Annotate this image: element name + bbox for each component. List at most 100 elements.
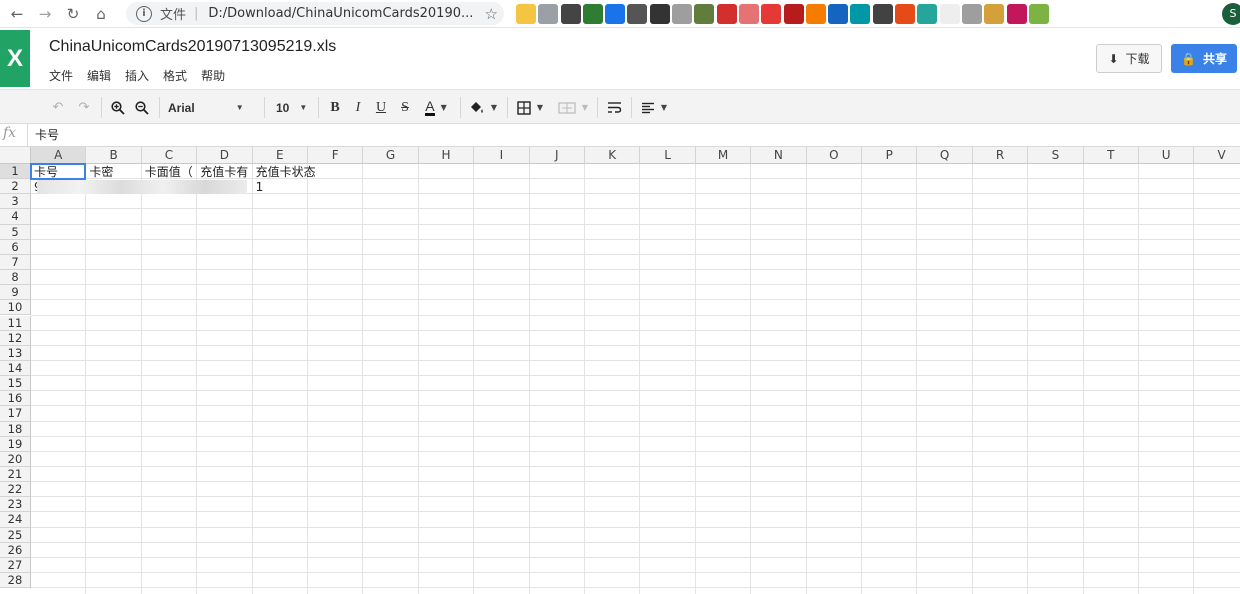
column-header-h[interactable]: H: [418, 147, 475, 164]
column-header-p[interactable]: P: [862, 147, 918, 164]
extension-icon[interactable]: [738, 4, 759, 24]
row-header-4[interactable]: 4: [0, 209, 31, 225]
extension-icon[interactable]: [605, 4, 626, 24]
cell-c1[interactable]: 卡面值（: [143, 164, 196, 178]
row-header-13[interactable]: 13: [0, 345, 31, 361]
extension-icon[interactable]: [917, 4, 938, 24]
column-header-t[interactable]: T: [1083, 147, 1139, 164]
extension-icon[interactable]: [761, 4, 782, 24]
row-header-18[interactable]: 18: [0, 421, 31, 437]
extension-icon[interactable]: [1028, 4, 1049, 24]
column-header-r[interactable]: R: [972, 147, 1029, 164]
cell-e2[interactable]: 1: [254, 179, 307, 193]
extension-icon[interactable]: [672, 4, 693, 24]
address-url[interactable]: D:/Download/ChinaUnicomCards20190...: [208, 6, 473, 21]
extension-icon[interactable]: [538, 4, 559, 24]
row-header-19[interactable]: 19: [0, 436, 31, 452]
formula-input[interactable]: 卡号: [27, 124, 1240, 147]
merge-cells-button[interactable]: ▼: [555, 90, 591, 125]
underline-icon[interactable]: U: [373, 90, 389, 125]
font-family-select[interactable]: Arial ▼: [168, 90, 258, 125]
column-header-b[interactable]: B: [86, 147, 142, 164]
font-size-select[interactable]: 10 ▼: [276, 90, 312, 125]
row-header-2[interactable]: 2: [0, 179, 31, 195]
undo-icon[interactable]: ↶: [48, 90, 68, 125]
home-icon[interactable]: ⌂: [90, 3, 112, 25]
reload-icon[interactable]: ↻: [62, 3, 84, 25]
column-header-q[interactable]: Q: [917, 147, 973, 164]
row-header-1[interactable]: 1: [0, 164, 31, 180]
row-header-10[interactable]: 10: [0, 300, 31, 316]
column-header-l[interactable]: L: [640, 147, 696, 164]
menu-format[interactable]: 格式: [163, 67, 187, 84]
column-header-f[interactable]: F: [308, 147, 364, 164]
column-header-d[interactable]: D: [197, 147, 253, 164]
column-header-e[interactable]: E: [252, 147, 308, 164]
row-header-8[interactable]: 8: [0, 270, 31, 286]
address-bar[interactable]: i 文件 | D:/Download/ChinaUnicomCards20190…: [126, 2, 504, 25]
row-header-20[interactable]: 20: [0, 451, 31, 467]
column-header-u[interactable]: U: [1139, 147, 1195, 164]
row-header-28[interactable]: 28: [0, 573, 31, 589]
info-icon[interactable]: i: [136, 5, 152, 22]
row-header-7[interactable]: 7: [0, 254, 31, 271]
row-header-11[interactable]: 11: [0, 315, 31, 331]
row-header-14[interactable]: 14: [0, 360, 31, 377]
menu-insert[interactable]: 插入: [125, 67, 149, 84]
extension-icon[interactable]: [627, 4, 648, 24]
extension-icon[interactable]: [872, 4, 893, 24]
extension-icon[interactable]: [961, 4, 982, 24]
download-button[interactable]: ⬇ 下载: [1096, 44, 1162, 73]
cell-d1[interactable]: 充值卡有: [198, 164, 251, 178]
column-header-a[interactable]: A: [31, 147, 87, 164]
column-header-v[interactable]: V: [1194, 147, 1240, 164]
extension-icon[interactable]: [783, 4, 804, 24]
row-header-9[interactable]: 9: [0, 285, 31, 301]
column-header-o[interactable]: O: [806, 147, 862, 164]
column-header-g[interactable]: G: [363, 147, 419, 164]
row-header-24[interactable]: 24: [0, 512, 31, 528]
extension-icon[interactable]: [1006, 4, 1027, 24]
zoom-out-icon[interactable]: [132, 90, 152, 125]
extension-icon[interactable]: [560, 4, 581, 24]
bold-icon[interactable]: B: [327, 90, 343, 125]
zoom-in-icon[interactable]: [108, 90, 128, 125]
menu-help[interactable]: 帮助: [201, 67, 225, 84]
column-header-s[interactable]: S: [1028, 147, 1084, 164]
share-button[interactable]: 🔒 共享: [1171, 44, 1237, 73]
cell-area[interactable]: 卡号卡密卡面值（充值卡有充值卡状态91: [31, 164, 1240, 594]
extension-icon[interactable]: [984, 4, 1005, 24]
wrap-text-icon[interactable]: [604, 90, 624, 125]
row-header-27[interactable]: 27: [0, 557, 31, 574]
select-all-corner[interactable]: [0, 147, 31, 164]
menu-file[interactable]: 文件: [49, 67, 73, 84]
forward-icon[interactable]: →: [34, 3, 56, 25]
bookmark-star-icon[interactable]: ☆: [485, 5, 498, 23]
row-header-23[interactable]: 23: [0, 497, 31, 513]
extension-icon[interactable]: [895, 4, 916, 24]
redo-icon[interactable]: ↷: [74, 90, 94, 125]
extension-icon[interactable]: [516, 4, 536, 24]
column-header-c[interactable]: C: [141, 147, 198, 164]
row-header-16[interactable]: 16: [0, 391, 31, 407]
borders-button[interactable]: ▼: [514, 90, 546, 125]
row-header-3[interactable]: 3: [0, 194, 31, 210]
extension-icon[interactable]: [582, 4, 603, 24]
row-header-12[interactable]: 12: [0, 330, 31, 346]
row-header-17[interactable]: 17: [0, 406, 31, 422]
back-icon[interactable]: ←: [6, 3, 28, 25]
cell-b1[interactable]: 卡密: [87, 164, 140, 178]
column-header-m[interactable]: M: [695, 147, 752, 164]
row-header-6[interactable]: 6: [0, 239, 31, 255]
align-button[interactable]: ▼: [638, 90, 670, 125]
row-header-26[interactable]: 26: [0, 542, 31, 558]
extension-icon[interactable]: [694, 4, 715, 24]
column-header-n[interactable]: N: [751, 147, 807, 164]
extension-icon[interactable]: [649, 4, 670, 24]
row-header-25[interactable]: 25: [0, 527, 31, 543]
extension-icon[interactable]: [805, 4, 826, 24]
extension-icon[interactable]: [850, 4, 871, 24]
cell-e1[interactable]: 充值卡状态: [254, 164, 365, 178]
profile-avatar[interactable]: S: [1222, 3, 1240, 25]
extension-icon[interactable]: [828, 4, 849, 24]
